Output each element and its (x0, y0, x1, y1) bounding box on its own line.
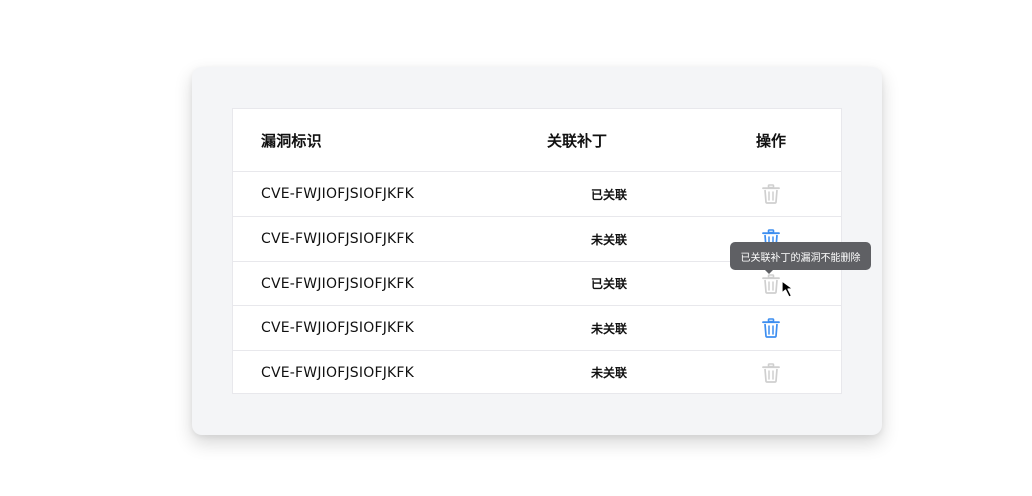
header-associated-patch: 关联补丁 (546, 131, 607, 150)
trash-icon (762, 273, 780, 294)
delete-button[interactable] (746, 306, 796, 350)
patch-status-cell: 未关联 (590, 321, 627, 336)
trash-icon (762, 318, 780, 338)
delete-disabled-tooltip: 已关联补丁的漏洞不能删除 (730, 242, 871, 270)
header-vulnerability-id: 漏洞标识 (261, 131, 322, 150)
trash-icon (762, 362, 780, 383)
table-row: CVE-FWJIOFJSIOFJKFK 未关联 (233, 306, 841, 351)
table-header-row: 漏洞标识 关联补丁 操作 (233, 109, 841, 172)
patch-status-cell: 已关联 (590, 187, 627, 202)
patch-status-cell: 已关联 (590, 277, 627, 291)
vulnerability-id-cell: CVE-FWJIOFJSIOFJKFK (261, 231, 415, 247)
patch-status-cell: 未关联 (590, 232, 627, 247)
vulnerability-id-cell: CVE-FWJIOFJSIOFJKFK (261, 186, 415, 202)
delete-button[interactable] (746, 172, 796, 216)
table-row: CVE-FWJIOFJSIOFJKFK 未关联 (233, 351, 841, 394)
header-action: 操作 (755, 131, 786, 150)
vulnerability-id-cell: CVE-FWJIOFJSIOFJKFK (261, 364, 415, 381)
cursor-arrow-icon (781, 280, 794, 298)
table-row: CVE-FWJIOFJSIOFJKFK 已关联 (233, 172, 841, 217)
delete-button[interactable] (746, 351, 796, 394)
vulnerability-id-cell: CVE-FWJIOFJSIOFJKFK (261, 320, 415, 336)
vulnerability-id-cell: CVE-FWJIOFJSIOFJKFK (261, 275, 415, 292)
trash-icon (762, 184, 780, 204)
tooltip-arrow (764, 269, 774, 274)
patch-status-cell: 未关联 (590, 366, 627, 380)
